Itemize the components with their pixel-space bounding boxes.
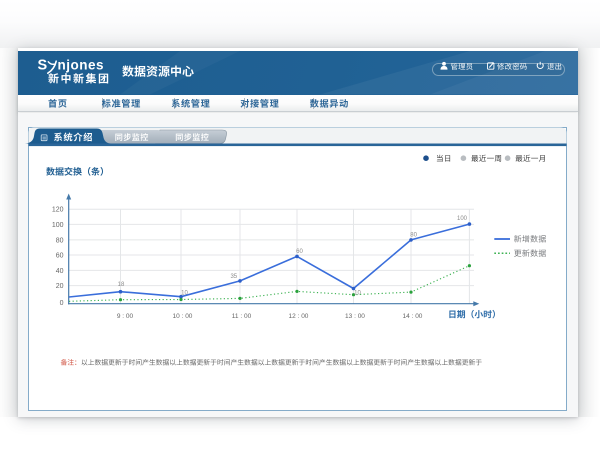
svg-text:80: 80 xyxy=(56,237,64,244)
svg-text:80: 80 xyxy=(410,233,417,239)
svg-text:40: 40 xyxy=(56,268,64,275)
svg-text:10: 10 xyxy=(181,291,188,297)
svg-text:10 : 00: 10 : 00 xyxy=(173,313,193,320)
svg-text:18: 18 xyxy=(118,282,125,288)
svg-text:100: 100 xyxy=(457,216,468,222)
svg-text:100: 100 xyxy=(52,222,64,229)
svg-text:12 : 00: 12 : 00 xyxy=(289,313,309,320)
svg-text:10: 10 xyxy=(354,290,361,296)
svg-text:S: S xyxy=(38,58,48,74)
svg-text:13 : 00: 13 : 00 xyxy=(345,313,365,320)
svg-text:60: 60 xyxy=(56,252,64,259)
svg-text:11 : 00: 11 : 00 xyxy=(232,313,252,320)
svg-text:120: 120 xyxy=(52,207,64,214)
svg-text:njones: njones xyxy=(58,58,105,73)
svg-text:9 : 00: 9 : 00 xyxy=(117,313,134,320)
svg-text:35: 35 xyxy=(230,274,237,280)
svg-text:20: 20 xyxy=(56,283,64,290)
svg-text:0: 0 xyxy=(60,300,64,307)
svg-text:14 : 00: 14 : 00 xyxy=(403,313,423,320)
svg-text:60: 60 xyxy=(296,249,303,255)
